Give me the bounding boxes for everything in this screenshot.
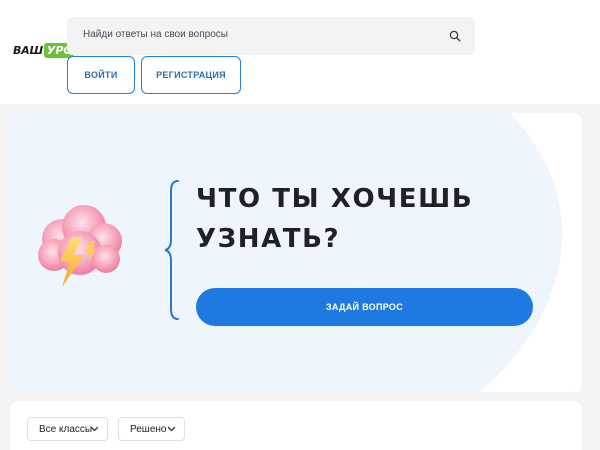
hero-title-line-2: УЗНАТЬ? bbox=[196, 224, 341, 254]
hero-title: ЧТО ТЫ ХОЧЕШЬ УЗНАТЬ? bbox=[196, 179, 516, 259]
class-filter-label: Все классы bbox=[39, 423, 93, 435]
hero-banner: ЧТО ТЫ ХОЧЕШЬ УЗНАТЬ? ЗАДАЙ ВОПРОС bbox=[10, 113, 582, 392]
search-input[interactable]: Найди ответы на свои вопросы bbox=[83, 29, 228, 40]
site-header: ВАШ УРОК Найди ответы на свои вопросы ВО… bbox=[0, 0, 600, 104]
register-button[interactable]: РЕГИСТРАЦИЯ bbox=[141, 56, 241, 94]
chevron-down-icon bbox=[167, 426, 176, 432]
filter-panel: Все классы Решено bbox=[10, 401, 582, 450]
site-logo[interactable]: ВАШ УРОК bbox=[13, 41, 74, 59]
ask-question-button[interactable]: ЗАДАЙ ВОПРОС bbox=[196, 288, 533, 326]
thunder-cloud-icon bbox=[38, 205, 122, 287]
hero-title-line-1: ЧТО ТЫ ХОЧЕШЬ bbox=[196, 184, 474, 214]
status-filter-dropdown[interactable]: Решено bbox=[118, 417, 185, 441]
search-icon[interactable] bbox=[449, 30, 461, 42]
class-filter-dropdown[interactable]: Все классы bbox=[27, 417, 108, 441]
chevron-down-icon bbox=[90, 426, 99, 432]
search-bar[interactable]: Найди ответы на свои вопросы bbox=[67, 17, 475, 55]
logo-text-left: ВАШ bbox=[13, 43, 43, 57]
curly-bracket-decoration bbox=[164, 180, 179, 320]
login-button[interactable]: ВОЙТИ bbox=[67, 56, 135, 94]
status-filter-label: Решено bbox=[130, 423, 167, 435]
